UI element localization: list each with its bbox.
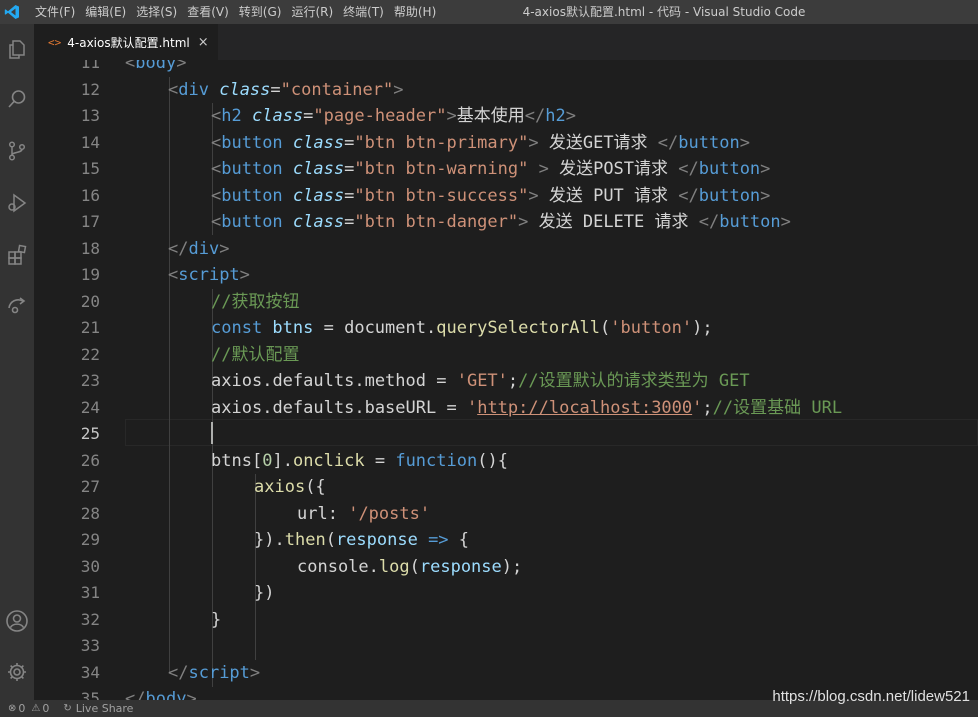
code-line-14: <button class="btn btn-primary"> 发送GET请求…: [211, 132, 750, 153]
code-line-12: <div class="container">: [168, 79, 404, 100]
code-content[interactable]: <body> <div class="container"> <h2 class…: [125, 60, 978, 700]
code-line-35: </body>: [125, 689, 197, 700]
warning-icon: ⚠: [31, 703, 41, 714]
line-number: 23: [80, 371, 100, 390]
line-number: 29: [80, 530, 100, 549]
title-bar: 文件(F) 编辑(E) 选择(S) 查看(V) 转到(G) 运行(R) 终端(T…: [0, 0, 978, 24]
line-number: 26: [80, 450, 100, 470]
live-share-label: Live Share: [75, 702, 134, 715]
menu-file[interactable]: 文件(F): [30, 0, 80, 24]
line-number: 27: [80, 477, 100, 496]
code-line-22: //默认配置: [211, 344, 300, 365]
extensions-icon[interactable]: [0, 238, 34, 272]
code-line-32: }: [211, 609, 222, 630]
line-number-gutter: 11 12 13 14 15 16 17 18 19 20 21 22 23 2…: [34, 60, 100, 700]
code-line-19: <script>: [168, 265, 250, 285]
menu-bar: 文件(F) 编辑(E) 选择(S) 查看(V) 转到(G) 运行(R) 终端(T…: [30, 0, 441, 24]
warning-count: 0: [42, 702, 50, 715]
code-line-13: <h2 class="page-header">基本使用</h2>: [211, 106, 576, 126]
live-share-icon: ↻: [63, 703, 72, 714]
code-line-21: const btns = document.querySelectorAll('…: [211, 318, 713, 338]
code-line-27: axios({: [254, 477, 326, 497]
code-line-15: <button class="btn btn-warning" > 发送POST…: [211, 159, 771, 179]
html-file-icon: <>: [48, 36, 62, 49]
code-line-28: url: '/posts': [297, 503, 431, 524]
watermark-text: https://blog.csdn.net/lidew521: [772, 688, 970, 705]
code-line-20: //获取按钮: [211, 291, 300, 312]
line-number: 11: [80, 60, 100, 72]
settings-icon[interactable]: [0, 655, 34, 689]
line-number: 34: [80, 662, 100, 682]
line-number: 35: [80, 689, 100, 700]
tab-html-file[interactable]: <> 4-axios默认配置.html ×: [34, 24, 218, 60]
code-line-34: </script>: [168, 662, 261, 683]
line-number: 20: [80, 291, 100, 311]
code-line-30: console.log(response);: [297, 556, 523, 577]
tab-label: 4-axios默认配置.html: [67, 36, 190, 50]
explorer-icon[interactable]: [0, 32, 34, 66]
code-line-29: }).then(response => {: [254, 530, 470, 550]
line-number: 13: [80, 106, 100, 125]
line-number-active: 25: [80, 424, 100, 443]
code-editor[interactable]: 11 12 13 14 15 16 17 18 19 20 21 22 23 2…: [34, 60, 978, 700]
url-link[interactable]: http://localhost:3000: [477, 398, 692, 418]
editor-tabs: <> 4-axios默认配置.html ×: [34, 24, 978, 60]
line-number: 19: [80, 265, 100, 284]
code-line-16: <button class="btn btn-success"> 发送 PUT …: [211, 185, 771, 206]
code-line-23: axios.defaults.method = 'GET';//设置默认的请求类…: [211, 371, 750, 391]
line-number: 17: [80, 212, 100, 231]
menu-run[interactable]: 运行(R): [286, 0, 338, 24]
line-number: 14: [80, 132, 100, 152]
menu-selection[interactable]: 选择(S): [131, 0, 182, 24]
window-title-text: 4-axios默认配置.html - 代码 - Visual Studio Co…: [522, 5, 806, 19]
code-line-24: axios.defaults.baseURL = 'http://localho…: [211, 397, 843, 418]
problems-indicator[interactable]: ⊗ 0 ⚠ 0: [8, 702, 49, 715]
vscode-logo-icon: [0, 0, 24, 24]
line-number: 12: [80, 79, 100, 99]
menu-help[interactable]: 帮助(H): [389, 0, 441, 24]
menu-terminal[interactable]: 终端(T): [338, 0, 389, 24]
live-share-button[interactable]: ↻ Live Share: [63, 702, 133, 715]
source-control-icon[interactable]: [0, 134, 34, 168]
search-icon[interactable]: [0, 82, 34, 116]
menu-view[interactable]: 查看(V): [182, 0, 234, 24]
line-number: 31: [80, 583, 100, 602]
code-line-17: <button class="btn btn-danger"> 发送 DELET…: [211, 212, 791, 232]
code-line-18: </div>: [168, 238, 230, 259]
code-line-11: <body>: [125, 60, 187, 73]
line-number: 33: [80, 636, 100, 655]
line-number: 24: [80, 397, 100, 417]
line-number: 28: [80, 503, 100, 523]
close-icon[interactable]: ×: [198, 35, 209, 50]
line-number: 22: [80, 344, 100, 364]
line-number: 30: [80, 556, 100, 576]
code-line-26: btns[0].onclick = function(){: [211, 450, 508, 471]
menu-go[interactable]: 转到(G): [234, 0, 287, 24]
line-number: 16: [80, 185, 100, 205]
text-cursor: [211, 422, 213, 444]
menu-edit[interactable]: 编辑(E): [80, 0, 131, 24]
line-number: 32: [80, 609, 100, 629]
run-debug-icon[interactable]: [0, 186, 34, 220]
error-count: 0: [18, 702, 26, 715]
line-number: 21: [80, 318, 100, 337]
code-line-31: }): [254, 583, 275, 603]
activity-bar: [0, 24, 34, 700]
account-icon[interactable]: [0, 604, 34, 638]
remote-icon[interactable]: [0, 288, 34, 322]
line-number: 15: [80, 159, 100, 178]
error-icon: ⊗: [8, 703, 17, 714]
line-number: 18: [80, 238, 100, 258]
